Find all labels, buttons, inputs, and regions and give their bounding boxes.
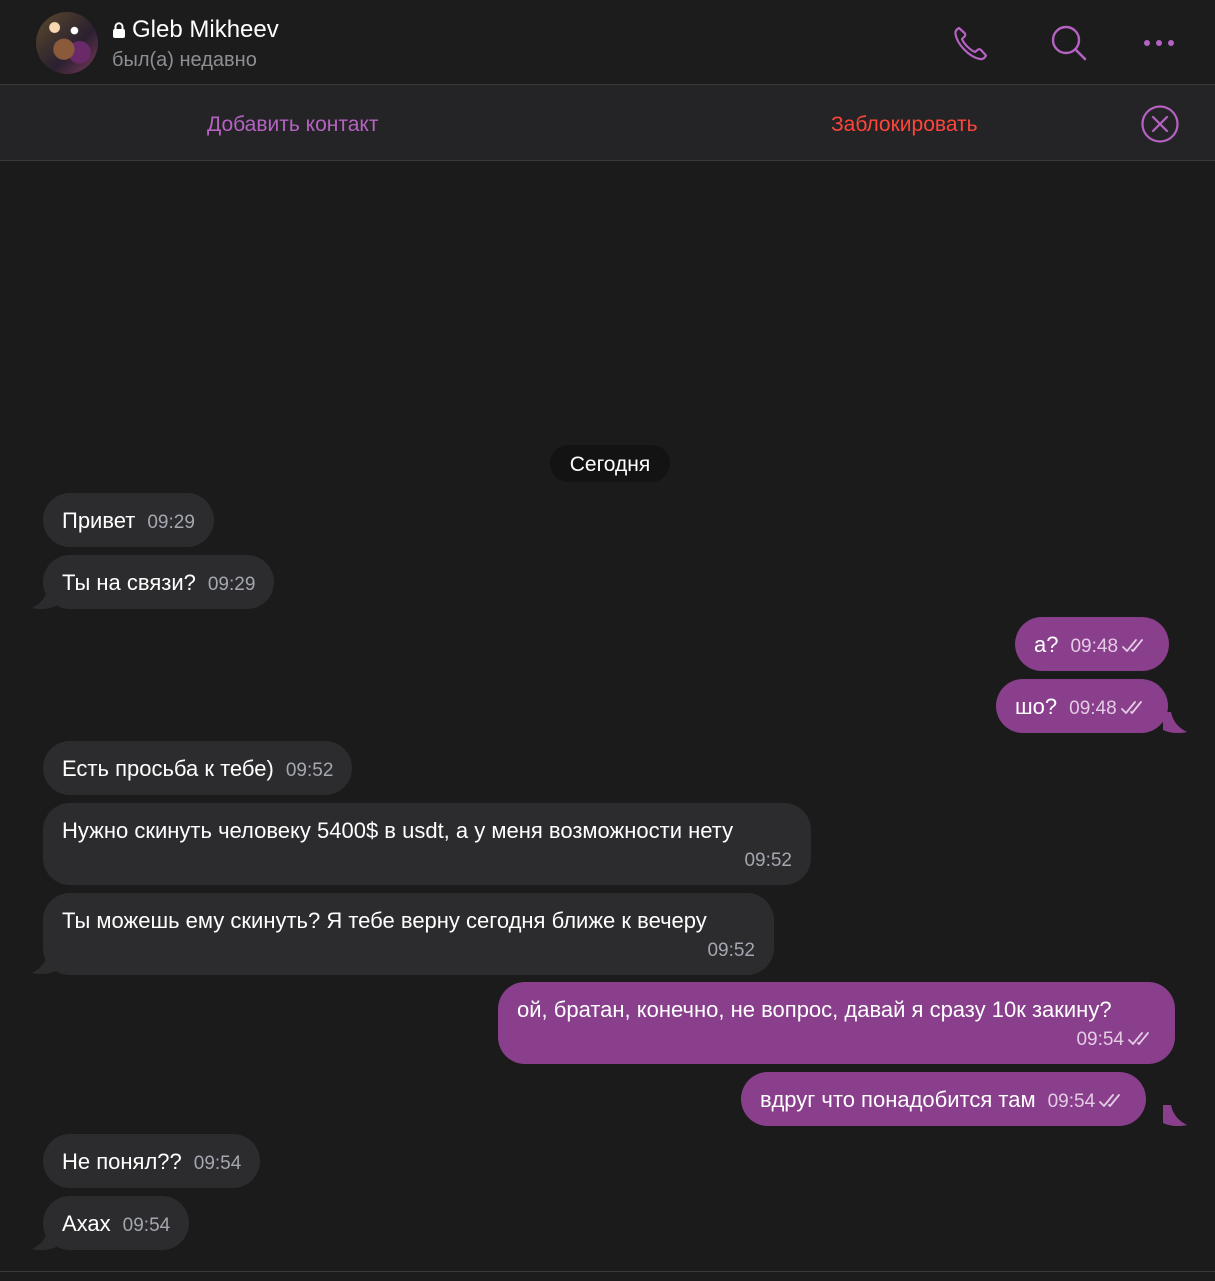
read-checkmarks-icon: [1120, 701, 1142, 714]
message-outgoing[interactable]: а? 09:48: [1015, 617, 1170, 671]
bubble-tail: [1163, 1105, 1187, 1127]
message-incoming[interactable]: Есть просьба к тебе) 09:52: [43, 741, 353, 795]
message-time: 09:29: [207, 574, 256, 595]
contact-name: Gleb Mikheev: [132, 16, 279, 43]
message-time-row: 09:54: [517, 1026, 1156, 1054]
message-incoming[interactable]: Привет 09:29: [43, 493, 214, 547]
message-text: Ты на связи?: [62, 570, 196, 595]
message-time: 09:54: [1076, 1029, 1124, 1050]
close-icon[interactable]: [1140, 104, 1180, 144]
message-text: Ты можешь ему скинуть? Я тебе верну сего…: [62, 908, 707, 933]
message-text: шо?: [1015, 694, 1058, 719]
message-text: а?: [1034, 632, 1059, 657]
message-incoming[interactable]: Ты на связи? 09:29: [43, 555, 275, 609]
bubble-tail: [1163, 712, 1187, 734]
message-time: 09:52: [707, 940, 755, 961]
message-outgoing[interactable]: вдруг что понадобится там 09:54: [741, 1072, 1147, 1126]
lock-icon: [113, 22, 125, 38]
chat-header: Gleb Mikheev был(а) недавно: [0, 0, 1215, 85]
message-time: 09:52: [285, 760, 334, 781]
more-icon[interactable]: [1140, 22, 1182, 64]
message-text: Не понял??: [62, 1149, 182, 1174]
message-text: Есть просьба к тебе): [62, 756, 274, 781]
message-time: 09:48: [1070, 636, 1119, 657]
block-button[interactable]: Заблокировать: [831, 85, 978, 160]
message-text: ой, братан, конечно, не вопрос, давай я …: [517, 997, 1112, 1022]
avatar[interactable]: [36, 12, 98, 74]
contact-action-bar: Добавить контакт Заблокировать: [0, 85, 1215, 161]
read-checkmarks-icon: [1122, 639, 1143, 652]
message-incoming[interactable]: Ты можешь ему скинуть? Я тебе верну сего…: [43, 893, 774, 975]
add-contact-button[interactable]: Добавить контакт: [207, 85, 378, 160]
message-text: Нужно скинуть человеку 5400$ в usdt, а у…: [62, 818, 734, 843]
message-time: 09:29: [147, 512, 195, 533]
read-checkmarks-icon: [1099, 1094, 1121, 1107]
message-time: 09:54: [1047, 1091, 1096, 1112]
message-text: Привет: [62, 508, 136, 533]
message-incoming[interactable]: Ахах 09:54: [43, 1196, 190, 1250]
phone-icon[interactable]: [950, 22, 992, 64]
message-time: 09:52: [744, 850, 792, 871]
message-text: вдруг что понадобится там: [760, 1087, 1036, 1112]
contact-status: был(а) недавно: [112, 49, 257, 71]
message-incoming[interactable]: Не понял?? 09:54: [43, 1134, 261, 1188]
message-outgoing[interactable]: ой, братан, конечно, не вопрос, давай я …: [498, 982, 1175, 1064]
search-icon[interactable]: [1048, 22, 1090, 64]
message-time: 09:48: [1069, 698, 1117, 719]
message-time: 09:54: [193, 1153, 242, 1174]
message-outgoing[interactable]: шо? 09:48: [996, 679, 1168, 733]
read-checkmarks-icon: [1128, 1032, 1149, 1045]
contact-title[interactable]: Gleb Mikheev: [112, 16, 279, 44]
message-time: 09:54: [122, 1215, 171, 1236]
message-text: Ахах: [62, 1211, 111, 1236]
message-incoming[interactable]: Нужно скинуть человеку 5400$ в usdt, а у…: [43, 803, 811, 885]
date-separator: Сегодня: [550, 445, 670, 482]
